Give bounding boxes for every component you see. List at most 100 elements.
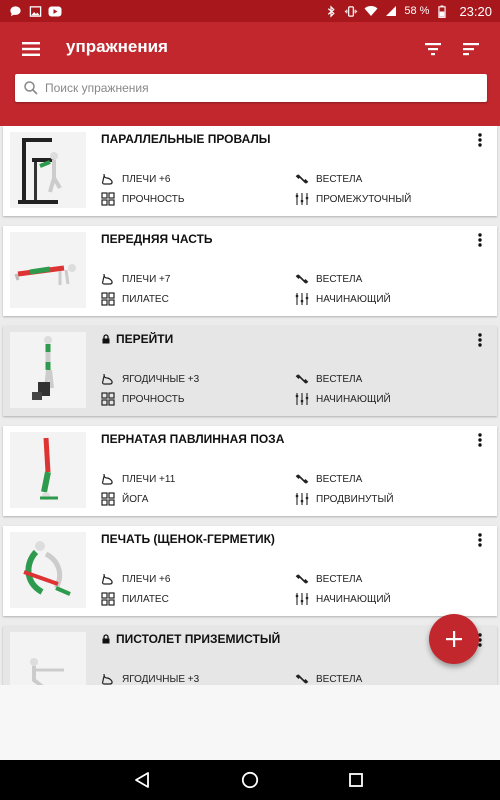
more-options-button[interactable] (475, 132, 485, 148)
dumbbell-icon (295, 474, 309, 484)
bluetooth-icon (324, 4, 338, 18)
back-button[interactable] (133, 770, 153, 790)
exercise-muscle: ПЛЕЧИ +6 (101, 172, 170, 186)
navigation-bar (0, 760, 500, 800)
more-options-button[interactable] (475, 332, 485, 348)
muscle-arm-icon (101, 273, 113, 285)
search-icon (24, 81, 38, 95)
more-vert-icon (478, 133, 482, 147)
exercise-level: ПРОМЕЖУТОЧНЫЙ (295, 192, 411, 206)
exercise-title-row: ПИСТОЛЕТ ПРИЗЕМИСТЫЙ (101, 632, 280, 646)
grid-category-icon (101, 392, 115, 406)
youtube-icon (48, 4, 62, 18)
grid-category-icon (101, 192, 115, 206)
exercise-card[interactable]: ПЕРНАТАЯ ПАВЛИННАЯ ПОЗА ПЛЕЧИ +11 ВЕСТЕЛА Й… (3, 426, 497, 516)
dumbbell-icon (295, 274, 309, 284)
equipment-label: ВЕСТЕЛА (316, 173, 363, 185)
muscle-arm-icon (101, 173, 113, 185)
equipment-label: ВЕСТЕЛА (316, 573, 363, 585)
type-label: ПРОЧНОСТЬ (122, 393, 185, 405)
dumbbell-icon (295, 574, 309, 584)
more-options-button[interactable] (475, 432, 485, 448)
more-options-button[interactable] (475, 532, 485, 548)
type-label: ПИЛАТЕС (122, 593, 169, 605)
chat-icon (8, 4, 22, 18)
exercise-title: ПЕЧАТЬ (ЩЕНОК-ГЕРМЕТИК) (101, 532, 275, 546)
exercise-title: ПЕРНАТАЯ ПАВЛИННАЯ ПОЗА (101, 432, 285, 446)
level-sliders-icon (295, 293, 309, 305)
exercise-type: ПРОЧНОСТЬ (101, 192, 184, 206)
cellular-icon (384, 4, 398, 18)
exercise-title-row: ПЕРНАТАЯ ПАВЛИННАЯ ПОЗА (101, 432, 284, 446)
level-sliders-icon (295, 193, 309, 205)
level-label: НАЧИНАЮЩИЙ (316, 593, 391, 605)
equipment-label: ВЕСТЕЛА (316, 373, 363, 385)
hamburger-menu-icon (22, 42, 40, 56)
exercise-muscle: ЯГОДИЧНЫЕ +3 (101, 672, 199, 685)
exercise-card[interactable]: ПАРАЛЛЕЛЬНЫЕ ПРОВАЛЫ ПЛЕЧИ +6 ВЕСТЕЛА ПРОЧН… (3, 126, 497, 216)
more-vert-icon (478, 333, 482, 347)
type-label: ЙОГА (122, 493, 149, 505)
home-circle-icon (241, 771, 259, 789)
exercise-thumbnail (10, 132, 86, 208)
exercise-title-row: ПАРАЛЛЕЛЬНЫЕ ПРОВАЛЫ (101, 132, 271, 146)
level-sliders-icon (295, 593, 309, 605)
exercise-type: ЙОГА (101, 492, 148, 506)
dumbbell-icon (295, 174, 309, 184)
status-bar: 58 % 23:20 (0, 0, 500, 22)
exercise-card[interactable]: ПЕРЕЙТИ ЯГОДИЧНЫЕ +3 ВЕСТЕЛА ПРОЧНОСТЬ НАЧИН… (3, 326, 497, 416)
level-label: ПРОМЕЖУТОЧНЫЙ (316, 193, 412, 205)
exercise-title-row: ПЕРЕДНЯЯ ЧАСТЬ (101, 232, 213, 246)
muscle-label: ЯГОДИЧНЫЕ +3 (122, 673, 200, 685)
lock-icon (102, 334, 110, 344)
exercise-muscle: ПЛЕЧИ +11 (101, 472, 175, 486)
exercise-title-row: ПЕРЕЙТИ (101, 332, 173, 346)
list-footer-space (0, 685, 500, 760)
image-icon (28, 4, 42, 18)
exercise-title-row: ПЕЧАТЬ (ЩЕНОК-ГЕРМЕТИК) (101, 532, 275, 546)
grid-category-icon (101, 292, 115, 306)
add-exercise-button[interactable] (429, 614, 479, 664)
home-button[interactable] (240, 770, 260, 790)
more-vert-icon (478, 233, 482, 247)
exercise-type: ПИЛАТЕС (101, 292, 169, 306)
exercise-thumbnail (10, 432, 86, 508)
exercise-thumbnail (10, 532, 86, 608)
plus-icon (446, 631, 462, 647)
search-input[interactable] (43, 80, 487, 96)
exercise-card[interactable]: ПЕЧАТЬ (ЩЕНОК-ГЕРМЕТИК) ПЛЕЧИ +6 ВЕСТЕЛА ПИ… (3, 526, 497, 616)
exercise-muscle: ПЛЕЧИ +7 (101, 272, 170, 286)
dumbbell-icon (295, 674, 309, 684)
equipment-label: ВЕСТЕЛА (316, 673, 363, 685)
recents-button[interactable] (346, 770, 366, 790)
lock-icon (102, 634, 110, 644)
type-label: ПИЛАТЕС (122, 293, 169, 305)
exercise-list: ПАРАЛЛЕЛЬНЫЕ ПРОВАЛЫ ПЛЕЧИ +6 ВЕСТЕЛА ПРОЧН… (0, 126, 500, 685)
exercise-level: НАЧИНАЮЩИЙ (295, 592, 391, 606)
equipment-label: ВЕСТЕЛА (316, 273, 363, 285)
exercise-level: НАЧИНАЮЩИЙ (295, 392, 391, 406)
level-label: ПРОДВИНУТЫЙ (316, 493, 394, 505)
exercise-type: ПРОЧНОСТЬ (101, 392, 184, 406)
level-label: НАЧИНАЮЩИЙ (316, 293, 391, 305)
exercise-title: ПИСТОЛЕТ ПРИЗЕМИСТЫЙ (116, 632, 281, 646)
battery-icon (435, 4, 449, 18)
exercise-equipment: ВЕСТЕЛА (295, 372, 362, 386)
menu-button[interactable] (18, 36, 44, 62)
level-sliders-icon (295, 493, 309, 505)
wifi-icon (364, 4, 378, 18)
vibrate-icon (344, 4, 358, 18)
more-options-button[interactable] (475, 232, 485, 248)
exercise-type: ПИЛАТЕС (101, 592, 169, 606)
search-bar[interactable] (15, 74, 487, 102)
level-sliders-icon (295, 393, 309, 405)
exercise-muscle: ПЛЕЧИ +6 (101, 572, 170, 586)
exercise-card[interactable]: ПИСТОЛЕТ ПРИЗЕМИСТЫЙ ЯГОДИЧНЫЕ +3 ВЕСТЕЛА (3, 626, 497, 685)
muscle-arm-icon (101, 373, 113, 385)
muscle-arm-icon (101, 473, 113, 485)
exercise-card[interactable]: ПЕРЕДНЯЯ ЧАСТЬ ПЛЕЧИ +7 ВЕСТЕЛА ПИЛАТЕС НАЧИ… (3, 226, 497, 316)
level-label: НАЧИНАЮЩИЙ (316, 393, 391, 405)
filter-button[interactable] (420, 36, 446, 62)
sort-button[interactable] (458, 36, 484, 62)
muscle-label: ПЛЕЧИ +6 (122, 173, 171, 185)
